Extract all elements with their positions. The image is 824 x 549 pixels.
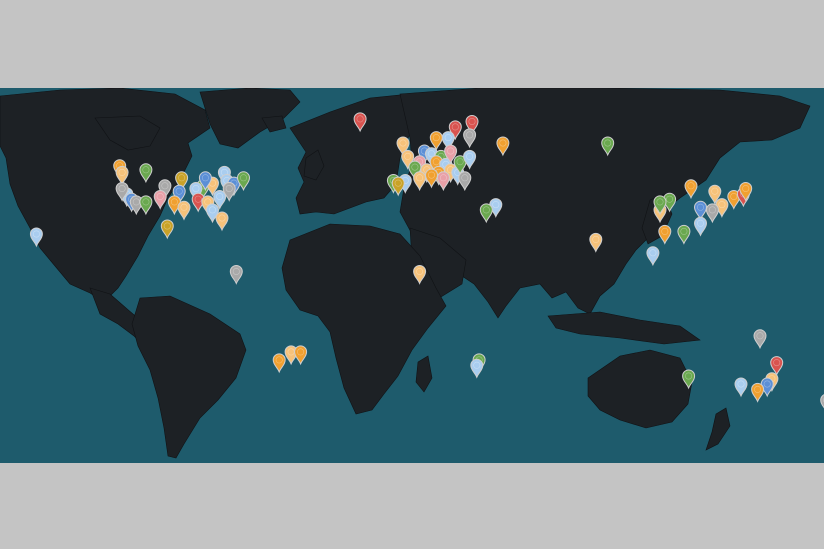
pin-dot bbox=[696, 203, 705, 211]
pin-dot bbox=[192, 185, 200, 193]
pin-dot bbox=[411, 163, 419, 171]
pin-dot bbox=[661, 227, 669, 235]
pin-dot bbox=[696, 219, 705, 227]
pin-dot bbox=[456, 158, 464, 166]
pin-dot bbox=[201, 174, 209, 182]
pin-dot bbox=[416, 174, 424, 182]
pin-dot bbox=[297, 348, 305, 356]
pin-dot bbox=[482, 206, 490, 214]
pin-dot bbox=[142, 198, 150, 206]
pin-dot bbox=[416, 268, 424, 276]
pin-dot bbox=[118, 185, 126, 193]
pin-dot bbox=[466, 131, 474, 139]
pin-dot bbox=[432, 158, 440, 166]
pin-dot bbox=[730, 193, 738, 201]
pin-dot bbox=[656, 198, 664, 206]
pin-dot bbox=[499, 139, 507, 147]
pin-dot bbox=[439, 174, 447, 182]
pin-dot bbox=[468, 118, 476, 126]
pin-dot bbox=[718, 201, 726, 209]
pin-dot bbox=[32, 230, 40, 238]
pin-dot bbox=[461, 174, 469, 182]
world-map[interactable] bbox=[0, 88, 824, 463]
pin-dot bbox=[666, 195, 674, 203]
pin-dot bbox=[708, 206, 716, 214]
pin-dot bbox=[711, 187, 719, 195]
pin-dot bbox=[118, 168, 126, 176]
pin-dot bbox=[170, 198, 178, 206]
pin-dot bbox=[754, 385, 762, 393]
pin-dot bbox=[208, 206, 217, 214]
pin-dot bbox=[394, 179, 402, 187]
pin-dot bbox=[451, 123, 459, 131]
pin-dot bbox=[756, 332, 764, 340]
pin-dot bbox=[742, 185, 750, 193]
pin-dot bbox=[680, 227, 688, 235]
pin-dot bbox=[178, 174, 186, 182]
pin-dot bbox=[492, 201, 500, 209]
pin-dot bbox=[592, 235, 600, 243]
pin-dot bbox=[287, 348, 295, 356]
pin-dot bbox=[142, 166, 150, 174]
pin-dot bbox=[763, 380, 771, 388]
pin-dot bbox=[687, 182, 695, 190]
pin-dot bbox=[685, 372, 693, 380]
pin-dot bbox=[132, 198, 140, 206]
pin-dot bbox=[156, 193, 164, 201]
pin-dot bbox=[356, 115, 364, 123]
pin-dot bbox=[473, 361, 481, 369]
pin-dot bbox=[399, 139, 407, 147]
pin-dot bbox=[161, 182, 169, 190]
pin-dot bbox=[163, 222, 171, 230]
pin-dot bbox=[232, 268, 240, 276]
pin-dot bbox=[275, 356, 283, 364]
pin-dot bbox=[216, 193, 224, 201]
pin-dot bbox=[404, 152, 412, 160]
pin-dot bbox=[444, 134, 452, 142]
pin-dot bbox=[737, 380, 745, 388]
pin-dot bbox=[604, 139, 612, 147]
pin-dot bbox=[773, 359, 781, 367]
pin-dot bbox=[427, 171, 436, 179]
pin-dot bbox=[447, 147, 455, 155]
pin-dot bbox=[466, 152, 474, 160]
pin-dot bbox=[180, 203, 188, 211]
map-canvas[interactable] bbox=[0, 88, 824, 463]
pin-dot bbox=[239, 174, 248, 182]
pin-dot bbox=[225, 185, 233, 193]
pin-dot bbox=[175, 187, 183, 195]
pin-dot bbox=[649, 249, 657, 257]
pin-dot bbox=[432, 134, 440, 142]
pin-dot bbox=[194, 195, 202, 203]
pin-dot bbox=[218, 214, 226, 222]
